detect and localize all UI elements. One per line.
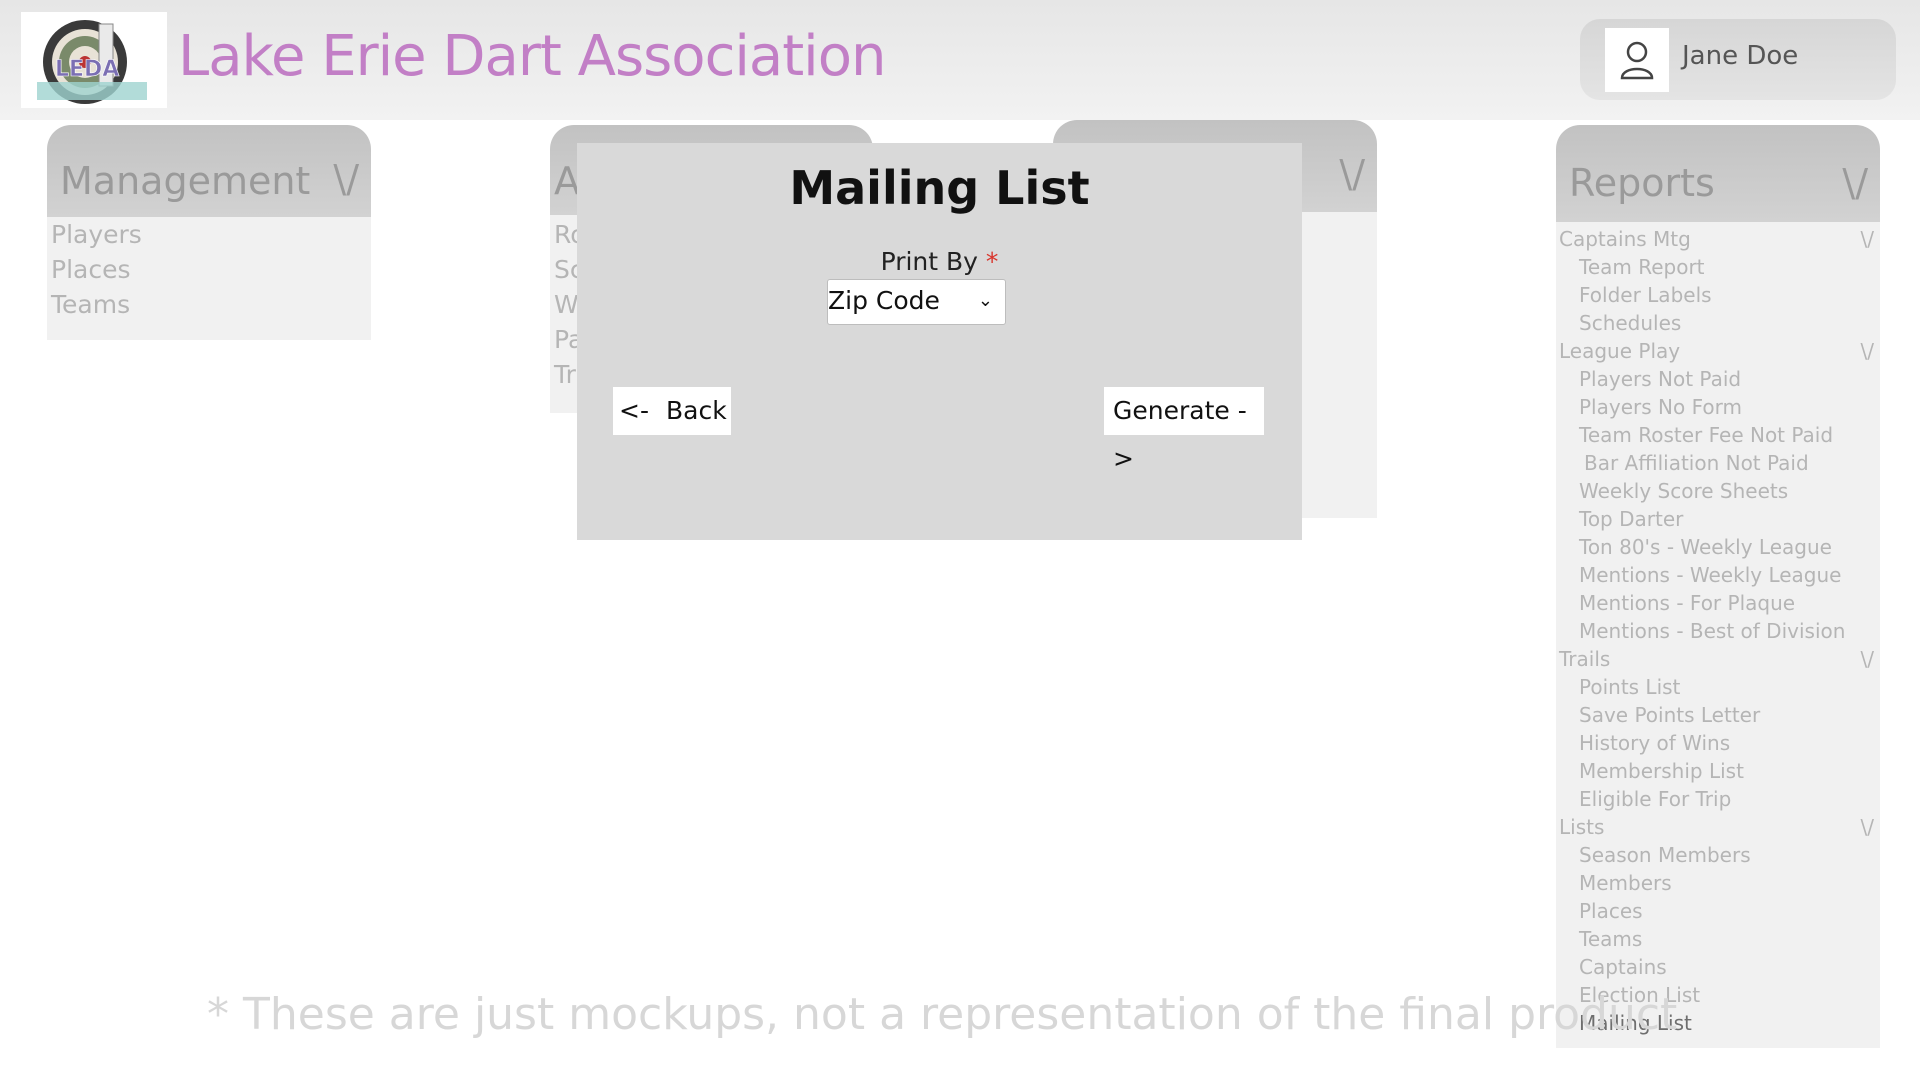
management-menu: Players Places Teams	[47, 217, 371, 340]
report-team-roster-fee[interactable]: Team Roster Fee Not Paid	[1556, 421, 1880, 449]
mailing-list-dialog: Mailing List Print By * Zip Code ⌄ <- Ba…	[577, 143, 1302, 540]
user-name: Jane Doe	[1682, 41, 1799, 71]
group-trails[interactable]: Trails \/	[1556, 645, 1880, 673]
chevron-down-icon[interactable]: \/	[333, 157, 359, 201]
chevron-down-icon: ⌄	[977, 290, 993, 311]
menu-item-teams[interactable]: Teams	[47, 287, 371, 322]
report-players-not-paid[interactable]: Players Not Paid	[1556, 365, 1880, 393]
back-arrow-icon: <-	[619, 396, 649, 425]
report-history-of-wins[interactable]: History of Wins	[1556, 729, 1880, 757]
user-icon	[1620, 41, 1654, 80]
group-label: Lists	[1559, 815, 1605, 839]
report-teams[interactable]: Teams	[1556, 925, 1880, 953]
report-top-darter[interactable]: Top Darter	[1556, 505, 1880, 533]
report-eligible-for-trip[interactable]: Eligible For Trip	[1556, 785, 1880, 813]
chevron-down-icon[interactable]: \/	[1861, 813, 1874, 841]
reports-panel: Reports \/ Captains Mtg \/ Team Report Fo…	[1556, 125, 1880, 1048]
required-marker: *	[985, 247, 999, 276]
app-header: LEDA Lake Erie Dart Association Jane Doe	[0, 0, 1920, 120]
chevron-down-icon[interactable]: \/	[1842, 161, 1868, 205]
chevron-down-icon[interactable]: \/	[1861, 225, 1874, 253]
report-folder-labels[interactable]: Folder Labels	[1556, 281, 1880, 309]
report-team-report[interactable]: Team Report	[1556, 253, 1880, 281]
report-places[interactable]: Places	[1556, 897, 1880, 925]
management-title: Management	[60, 159, 311, 203]
report-points-list[interactable]: Points List	[1556, 673, 1880, 701]
group-label: League Play	[1559, 339, 1681, 363]
report-mentions-weekly[interactable]: Mentions - Weekly League	[1556, 561, 1880, 589]
chevron-down-icon[interactable]: \/	[1861, 645, 1874, 673]
report-ton-80s[interactable]: Ton 80's - Weekly League	[1556, 533, 1880, 561]
generate-button[interactable]: Generate ->	[1104, 387, 1264, 473]
report-membership-list[interactable]: Membership List	[1556, 757, 1880, 785]
print-by-label-text: Print By	[880, 247, 978, 276]
report-players-no-form[interactable]: Players No Form	[1556, 393, 1880, 421]
print-by-value: Zip Code	[828, 286, 940, 315]
report-season-members[interactable]: Season Members	[1556, 841, 1880, 869]
mockup-disclaimer: * These are just mockups, not a represen…	[207, 989, 1678, 1040]
leda-logo[interactable]: LEDA	[21, 12, 167, 108]
svg-text:LEDA: LEDA	[55, 57, 119, 82]
group-lists[interactable]: Lists \/	[1556, 813, 1880, 841]
menu-item-players[interactable]: Players	[47, 217, 371, 252]
report-weekly-score-sheets[interactable]: Weekly Score Sheets	[1556, 477, 1880, 505]
group-label: Trails	[1559, 647, 1611, 671]
back-button[interactable]: <- Back	[613, 387, 731, 435]
user-avatar	[1605, 28, 1669, 92]
app-title: Lake Erie Dart Association	[178, 24, 886, 89]
report-mentions-best-division[interactable]: Mentions - Best of Division	[1556, 617, 1880, 645]
chevron-down-icon[interactable]: \/	[1861, 337, 1874, 365]
management-panel: Management \/ Players Places Teams	[47, 125, 371, 340]
user-menu[interactable]: Jane Doe	[1580, 19, 1896, 100]
report-bar-affiliation[interactable]: Bar Affiliation Not Paid	[1556, 449, 1880, 477]
dartboard-logo-icon: LEDA	[37, 20, 147, 104]
chevron-down-icon[interactable]: \/	[1339, 152, 1365, 196]
report-mentions-plaque[interactable]: Mentions - For Plaque	[1556, 589, 1880, 617]
management-panel-header[interactable]: Management \/	[47, 125, 371, 217]
report-save-points-letter[interactable]: Save Points Letter	[1556, 701, 1880, 729]
report-members[interactable]: Members	[1556, 869, 1880, 897]
print-by-select[interactable]: Zip Code ⌄	[827, 279, 1006, 325]
dialog-title: Mailing List	[789, 161, 1090, 215]
print-by-label: Print By *	[577, 247, 1302, 276]
reports-panel-header[interactable]: Reports \/	[1556, 125, 1880, 222]
group-captains-mtg[interactable]: Captains Mtg \/	[1556, 225, 1880, 253]
back-label: Back	[666, 396, 727, 425]
reports-menu: Captains Mtg \/ Team Report Folder Labels…	[1556, 222, 1880, 1048]
reports-title: Reports	[1569, 161, 1715, 205]
group-league-play[interactable]: League Play \/	[1556, 337, 1880, 365]
report-captains[interactable]: Captains	[1556, 953, 1880, 981]
menu-item-places[interactable]: Places	[47, 252, 371, 287]
report-schedules[interactable]: Schedules	[1556, 309, 1880, 337]
group-label: Captains Mtg	[1559, 227, 1691, 251]
